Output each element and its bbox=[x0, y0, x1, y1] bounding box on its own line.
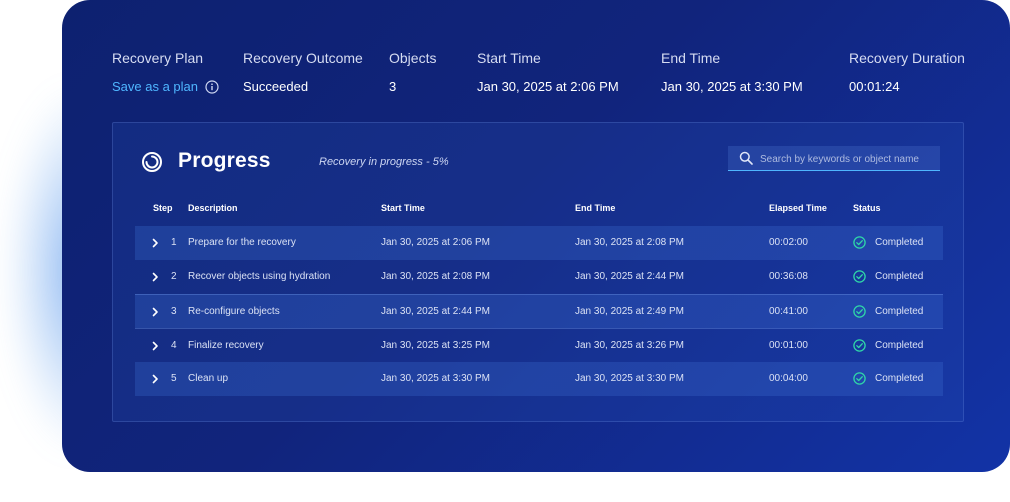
check-circle-icon bbox=[853, 305, 866, 318]
progress-ring-icon bbox=[142, 152, 162, 172]
column-header-description[interactable]: Description bbox=[188, 203, 238, 213]
summary-label: End Time bbox=[661, 50, 721, 66]
table-row[interactable]: 2 Recover objects using hydration Jan 30… bbox=[135, 260, 943, 294]
summary-value: Jan 30, 2025 at 3:30 PM bbox=[661, 79, 803, 94]
step-elapsed-time: 00:04:00 bbox=[769, 373, 808, 384]
search-box[interactable] bbox=[728, 146, 940, 171]
chevron-right-icon[interactable] bbox=[152, 272, 159, 282]
recovery-card: Recovery Plan Save as a plan Recovery Ou… bbox=[62, 0, 1010, 472]
step-number: 2 bbox=[171, 271, 177, 282]
summary-start-time: Start Time Jan 30, 2025 at 2:06 PM bbox=[477, 50, 619, 94]
chevron-right-icon[interactable] bbox=[152, 341, 159, 351]
progress-status-text: Recovery in progress - 5% bbox=[319, 156, 449, 168]
check-circle-icon bbox=[853, 270, 866, 283]
info-circle-icon[interactable] bbox=[205, 79, 219, 94]
summary-label: Recovery Plan bbox=[112, 50, 204, 66]
summary-label: Recovery Outcome bbox=[243, 50, 363, 66]
table-header: Step Description Start Time End Time Ela… bbox=[135, 203, 943, 217]
recovery-summary: Recovery Plan Save as a plan Recovery Ou… bbox=[62, 50, 1010, 100]
step-status: Completed bbox=[875, 237, 924, 248]
step-description: Prepare for the recovery bbox=[188, 237, 296, 248]
check-circle-icon bbox=[853, 339, 866, 352]
save-as-plan-link[interactable]: Save as a plan bbox=[112, 79, 198, 94]
progress-header: Progress Recovery in progress - 5% bbox=[141, 146, 943, 175]
step-start-time: Jan 30, 2025 at 2:08 PM bbox=[381, 271, 490, 282]
column-header-end-time[interactable]: End Time bbox=[575, 203, 615, 213]
step-start-time: Jan 30, 2025 at 3:30 PM bbox=[381, 373, 490, 384]
chevron-right-icon[interactable] bbox=[152, 238, 159, 248]
step-elapsed-time: 00:41:00 bbox=[769, 306, 808, 317]
progress-panel: Progress Recovery in progress - 5% Step … bbox=[112, 122, 964, 422]
step-start-time: Jan 30, 2025 at 2:06 PM bbox=[381, 237, 490, 248]
step-end-time: Jan 30, 2025 at 3:30 PM bbox=[575, 373, 684, 384]
progress-title: Progress bbox=[178, 149, 271, 172]
table-row[interactable]: 1 Prepare for the recovery Jan 30, 2025 … bbox=[135, 226, 943, 260]
step-description: Recover objects using hydration bbox=[188, 271, 331, 282]
summary-value: Succeeded bbox=[243, 79, 309, 94]
step-description: Finalize recovery bbox=[188, 340, 264, 351]
step-end-time: Jan 30, 2025 at 2:08 PM bbox=[575, 237, 684, 248]
step-start-time: Jan 30, 2025 at 2:44 PM bbox=[381, 306, 490, 317]
search-icon bbox=[739, 151, 753, 165]
step-status: Completed bbox=[875, 340, 924, 351]
step-status: Completed bbox=[875, 306, 924, 317]
step-status: Completed bbox=[875, 271, 924, 282]
summary-value: 3 bbox=[389, 79, 397, 94]
summary-label: Start Time bbox=[477, 50, 541, 66]
search-input[interactable] bbox=[758, 148, 938, 170]
step-end-time: Jan 30, 2025 at 2:49 PM bbox=[575, 306, 684, 317]
chevron-right-icon[interactable] bbox=[152, 307, 159, 317]
step-elapsed-time: 00:01:00 bbox=[769, 340, 808, 351]
column-header-start-time[interactable]: Start Time bbox=[381, 203, 425, 213]
column-header-status[interactable]: Status bbox=[853, 203, 881, 213]
step-number: 3 bbox=[171, 306, 177, 317]
summary-label: Objects bbox=[389, 50, 437, 66]
summary-label: Recovery Duration bbox=[849, 50, 965, 66]
step-number: 1 bbox=[171, 237, 177, 248]
column-header-step[interactable]: Step bbox=[153, 203, 173, 213]
step-number: 5 bbox=[171, 373, 177, 384]
check-circle-icon bbox=[853, 372, 866, 385]
summary-end-time: End Time Jan 30, 2025 at 3:30 PM bbox=[661, 50, 803, 94]
step-description: Re-configure objects bbox=[188, 306, 280, 317]
step-start-time: Jan 30, 2025 at 3:25 PM bbox=[381, 340, 490, 351]
chevron-right-icon[interactable] bbox=[152, 374, 159, 384]
step-elapsed-time: 00:36:08 bbox=[769, 271, 808, 282]
summary-value: Jan 30, 2025 at 2:06 PM bbox=[477, 79, 619, 94]
steps-table: 1 Prepare for the recovery Jan 30, 2025 … bbox=[135, 226, 943, 396]
summary-recovery-plan: Recovery Plan Save as a plan bbox=[112, 50, 219, 94]
summary-recovery-outcome: Recovery Outcome Succeeded bbox=[243, 50, 363, 94]
step-end-time: Jan 30, 2025 at 2:44 PM bbox=[575, 271, 684, 282]
table-row[interactable]: 5 Clean up Jan 30, 2025 at 3:30 PM Jan 3… bbox=[135, 362, 943, 396]
table-row[interactable]: 3 Re-configure objects Jan 30, 2025 at 2… bbox=[135, 294, 943, 328]
summary-recovery-duration: Recovery Duration 00:01:24 bbox=[849, 50, 965, 94]
table-row[interactable]: 4 Finalize recovery Jan 30, 2025 at 3:25… bbox=[135, 328, 943, 362]
summary-value: 00:01:24 bbox=[849, 79, 900, 94]
summary-objects: Objects 3 bbox=[389, 50, 436, 94]
step-number: 4 bbox=[171, 340, 177, 351]
check-circle-icon bbox=[853, 236, 866, 249]
column-header-elapsed-time[interactable]: Elapsed Time bbox=[769, 203, 827, 213]
step-elapsed-time: 00:02:00 bbox=[769, 237, 808, 248]
step-end-time: Jan 30, 2025 at 3:26 PM bbox=[575, 340, 684, 351]
step-status: Completed bbox=[875, 373, 924, 384]
step-description: Clean up bbox=[188, 373, 229, 384]
